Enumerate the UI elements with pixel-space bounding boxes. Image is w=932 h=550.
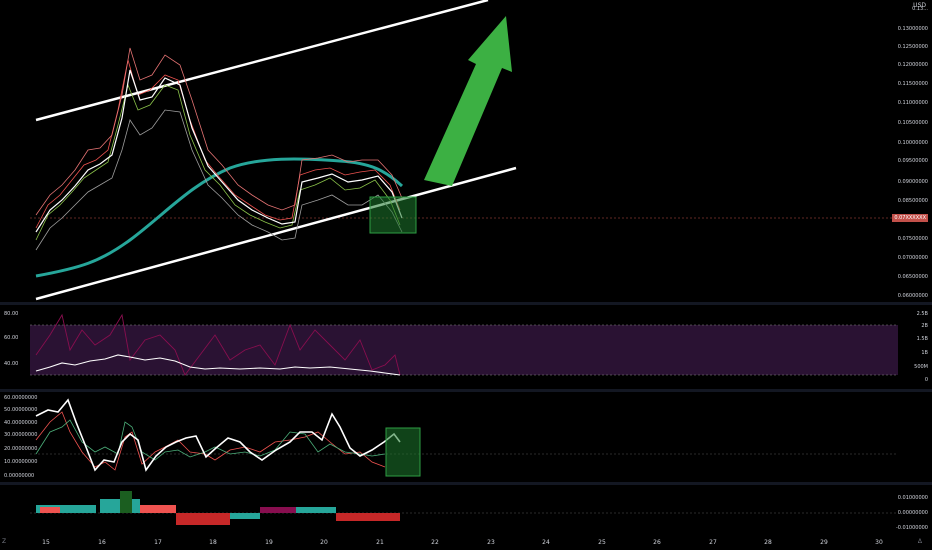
price-tick: 0.07500000 [897, 236, 928, 242]
oscillator-canvas[interactable] [0, 392, 932, 482]
current-price-tag: 0.07XXXXXX [892, 214, 928, 222]
price-tick: 0.06000000 [897, 293, 928, 299]
histogram-tick: 0.01000000 [897, 495, 928, 501]
oscillator-white-line [35, 398, 401, 472]
oscillator-highlight-box[interactable] [385, 427, 421, 477]
timezone-icon[interactable]: Z [2, 538, 6, 545]
date-tick: 19 [265, 539, 273, 546]
volume-tick: 1B [921, 350, 928, 356]
histogram-axis[interactable]: 0.01000000 0.00000000 -0.01000000 [895, 485, 932, 536]
volume-tick: 500M [914, 364, 928, 370]
highlight-box[interactable] [369, 196, 417, 234]
date-tick: 27 [709, 539, 717, 546]
date-tick: 24 [542, 539, 550, 546]
volume-tick: 1.5B [916, 336, 928, 342]
histogram-bars [36, 491, 400, 525]
oscillator-tick: 50.00000000 [4, 407, 38, 413]
price-tick: 0.09500000 [897, 158, 928, 164]
date-tick: 30 [875, 539, 883, 546]
oscillator-tick: 60.00000000 [4, 395, 38, 401]
price-tick: 0.10500000 [897, 120, 928, 126]
histogram-tick: 0.00000000 [897, 510, 928, 516]
histogram-tick: -0.01000000 [895, 525, 928, 531]
rsi-tick: 60.00 [4, 335, 19, 341]
price-tick: 0.13000000 [897, 26, 928, 32]
oscillator-panel[interactable]: 60.00000000 50.00000000 40.00000000 30.0… [0, 392, 932, 482]
oscillator-tick: 30.00000000 [4, 432, 38, 438]
price-chart-panel[interactable]: USD 0.13... 0.13000000 0.12500000 0.1200… [0, 0, 932, 302]
volume-axis[interactable]: 2.5B 2B 1.5B 1B 500M 0 [898, 305, 932, 389]
date-tick: 18 [209, 539, 217, 546]
date-tick: 28 [764, 539, 772, 546]
date-tick: 15 [42, 539, 50, 546]
date-tick: 21 [376, 539, 384, 546]
price-tick: 0.07000000 [897, 255, 928, 261]
oscillator-tick: 0.00000000 [4, 473, 35, 479]
volume-tick: 2B [921, 323, 928, 329]
volume-tick: 2.5B [916, 311, 928, 317]
price-tick: 0.10000000 [897, 140, 928, 146]
date-tick: 26 [653, 539, 661, 546]
price-tick: 0.06500000 [897, 274, 928, 280]
price-tick: 0.08500000 [897, 198, 928, 204]
date-tick: 29 [820, 539, 828, 546]
oscillator-tick: 20.00000000 [4, 446, 38, 452]
indicator-bands [35, 47, 403, 251]
date-tick: 22 [431, 539, 439, 546]
oscillator-tick: 40.00000000 [4, 420, 38, 426]
date-tick: 20 [320, 539, 328, 546]
price-tick: 0.11500000 [897, 81, 928, 87]
price-tick: 0.09000000 [897, 179, 928, 185]
date-tick: 25 [598, 539, 606, 546]
rsi-band [30, 325, 898, 375]
volume-tick: 0 [924, 377, 928, 383]
lower-channel-line[interactable] [35, 166, 517, 301]
price-tick: 0.11000000 [897, 100, 928, 106]
rsi-panel[interactable]: 80.00 60.00 40.00 2.5B 2B 1.5B 1B 500M 0 [0, 305, 932, 389]
price-chart-canvas[interactable] [0, 0, 932, 302]
date-tick: 16 [98, 539, 106, 546]
rsi-tick: 40.00 [4, 361, 19, 367]
oscillator-tick: 10.00000000 [4, 459, 38, 465]
price-axis[interactable]: USD 0.13... 0.13000000 0.12500000 0.1200… [898, 0, 932, 302]
date-tick: 23 [487, 539, 495, 546]
histogram-canvas[interactable] [0, 485, 932, 536]
price-tick: 0.13... [912, 6, 928, 12]
upper-channel-line[interactable] [35, 0, 489, 122]
oscillator-red-line [35, 411, 386, 471]
price-tick: 0.12500000 [897, 44, 928, 50]
green-arrow[interactable] [424, 16, 512, 186]
price-tick: 0.12000000 [897, 62, 928, 68]
rsi-canvas[interactable] [0, 305, 932, 389]
time-axis[interactable]: Z 15 16 17 18 19 20 21 22 23 24 25 26 27… [0, 536, 932, 550]
histogram-panel[interactable]: 0.01000000 0.00000000 -0.01000000 [0, 485, 932, 536]
date-tick: 17 [154, 539, 162, 546]
scale-settings-icon[interactable]: Δ [918, 538, 922, 545]
rsi-tick: 80.00 [4, 311, 19, 317]
